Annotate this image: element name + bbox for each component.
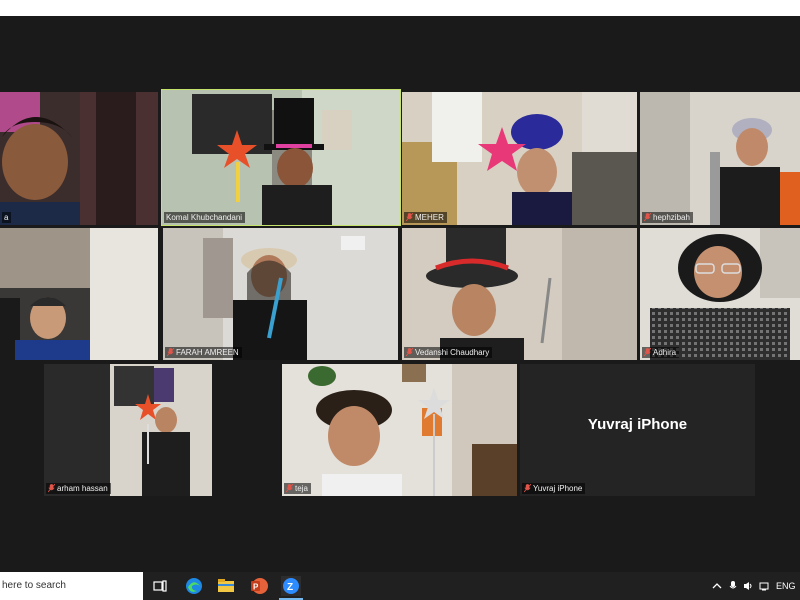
chevron-up-icon[interactable] [712,581,722,591]
video-feed [640,228,800,360]
video-tile-komal[interactable]: Komal Khubchandani [161,89,401,226]
network-icon[interactable] [759,581,769,591]
participant-name-tag: teja [284,483,311,494]
video-tile-vedanshi[interactable]: Vedanshi Chaudhary [402,228,637,360]
video-tile-farah[interactable]: FARAH AMREEN [163,228,398,360]
participant-name: Komal Khubchandani [166,213,243,222]
powerpoint-icon[interactable]: P [249,576,269,596]
camera-off-display-name: Yuvraj iPhone [587,416,688,433]
participant-name: hephzibah [653,213,690,222]
svg-text:Z: Z [287,582,293,593]
muted-mic-icon [406,213,413,222]
file-explorer-icon[interactable] [216,576,236,596]
search-placeholder: here to search [2,580,66,591]
video-tile-teja[interactable]: teja [282,364,517,496]
participant-name-tag: hephzibah [642,212,693,223]
video-tile-yuvraj[interactable]: Yuvraj iPhone Yuvraj iPhone [520,364,755,496]
participant-name: Adhira [653,348,677,357]
taskbar-search-box[interactable]: here to search [0,572,143,600]
video-gallery: a Komal Khubchandani MEHER hephzibah FAR… [0,16,800,572]
muted-mic-icon [48,484,55,493]
video-feed [282,364,517,496]
video-feed [402,228,637,360]
video-tile-unnamed[interactable] [0,228,158,360]
video-tile-a[interactable]: a [0,92,158,225]
muted-mic-icon [644,213,651,222]
participant-name: Vedanshi Chaudhary [415,348,490,357]
muted-mic-icon [644,348,651,357]
video-tile-adhira[interactable]: Adhira [640,228,800,360]
participant-name: teja [295,484,308,493]
task-view-icon[interactable] [150,576,170,596]
muted-mic-icon [167,348,174,357]
video-feed [44,364,212,496]
video-tile-arham[interactable]: arham hassan [44,364,212,496]
participant-name-tag: Adhira [642,347,680,358]
language-indicator[interactable]: ENG [776,572,796,600]
video-tile-meher[interactable]: MEHER [402,92,637,225]
video-feed [0,228,158,360]
video-feed [0,92,158,225]
participant-name: Yuvraj iPhone [533,484,583,493]
window-top-edge [0,0,800,16]
video-feed [163,228,398,360]
participant-name-tag: Komal Khubchandani [164,212,246,223]
participant-name-tag: MEHER [404,212,447,223]
svg-text:P: P [253,583,259,592]
participant-name-tag: a [2,212,12,223]
participant-name-tag: arham hassan [46,483,111,494]
windows-taskbar: here to search P Z ENG [0,572,800,600]
video-feed [640,92,800,225]
participant-name: FARAH AMREEN [176,348,239,357]
video-feed [162,90,400,225]
muted-mic-icon [286,484,293,493]
muted-mic-icon [524,484,531,493]
participant-name-tag: Yuvraj iPhone [522,483,586,494]
participant-name-tag: Vedanshi Chaudhary [404,347,493,358]
speaker-icon[interactable] [743,581,753,591]
participant-name: a [4,213,9,222]
participant-name-tag: FARAH AMREEN [165,347,242,358]
microphone-icon[interactable] [728,581,738,591]
edge-browser-icon[interactable] [184,576,204,596]
participant-name: arham hassan [57,484,108,493]
muted-mic-icon [406,348,413,357]
video-tile-hephzibah[interactable]: hephzibah [640,92,800,225]
video-feed [402,92,637,225]
participant-name: MEHER [415,213,444,222]
zoom-app-icon[interactable]: Z [281,576,301,596]
